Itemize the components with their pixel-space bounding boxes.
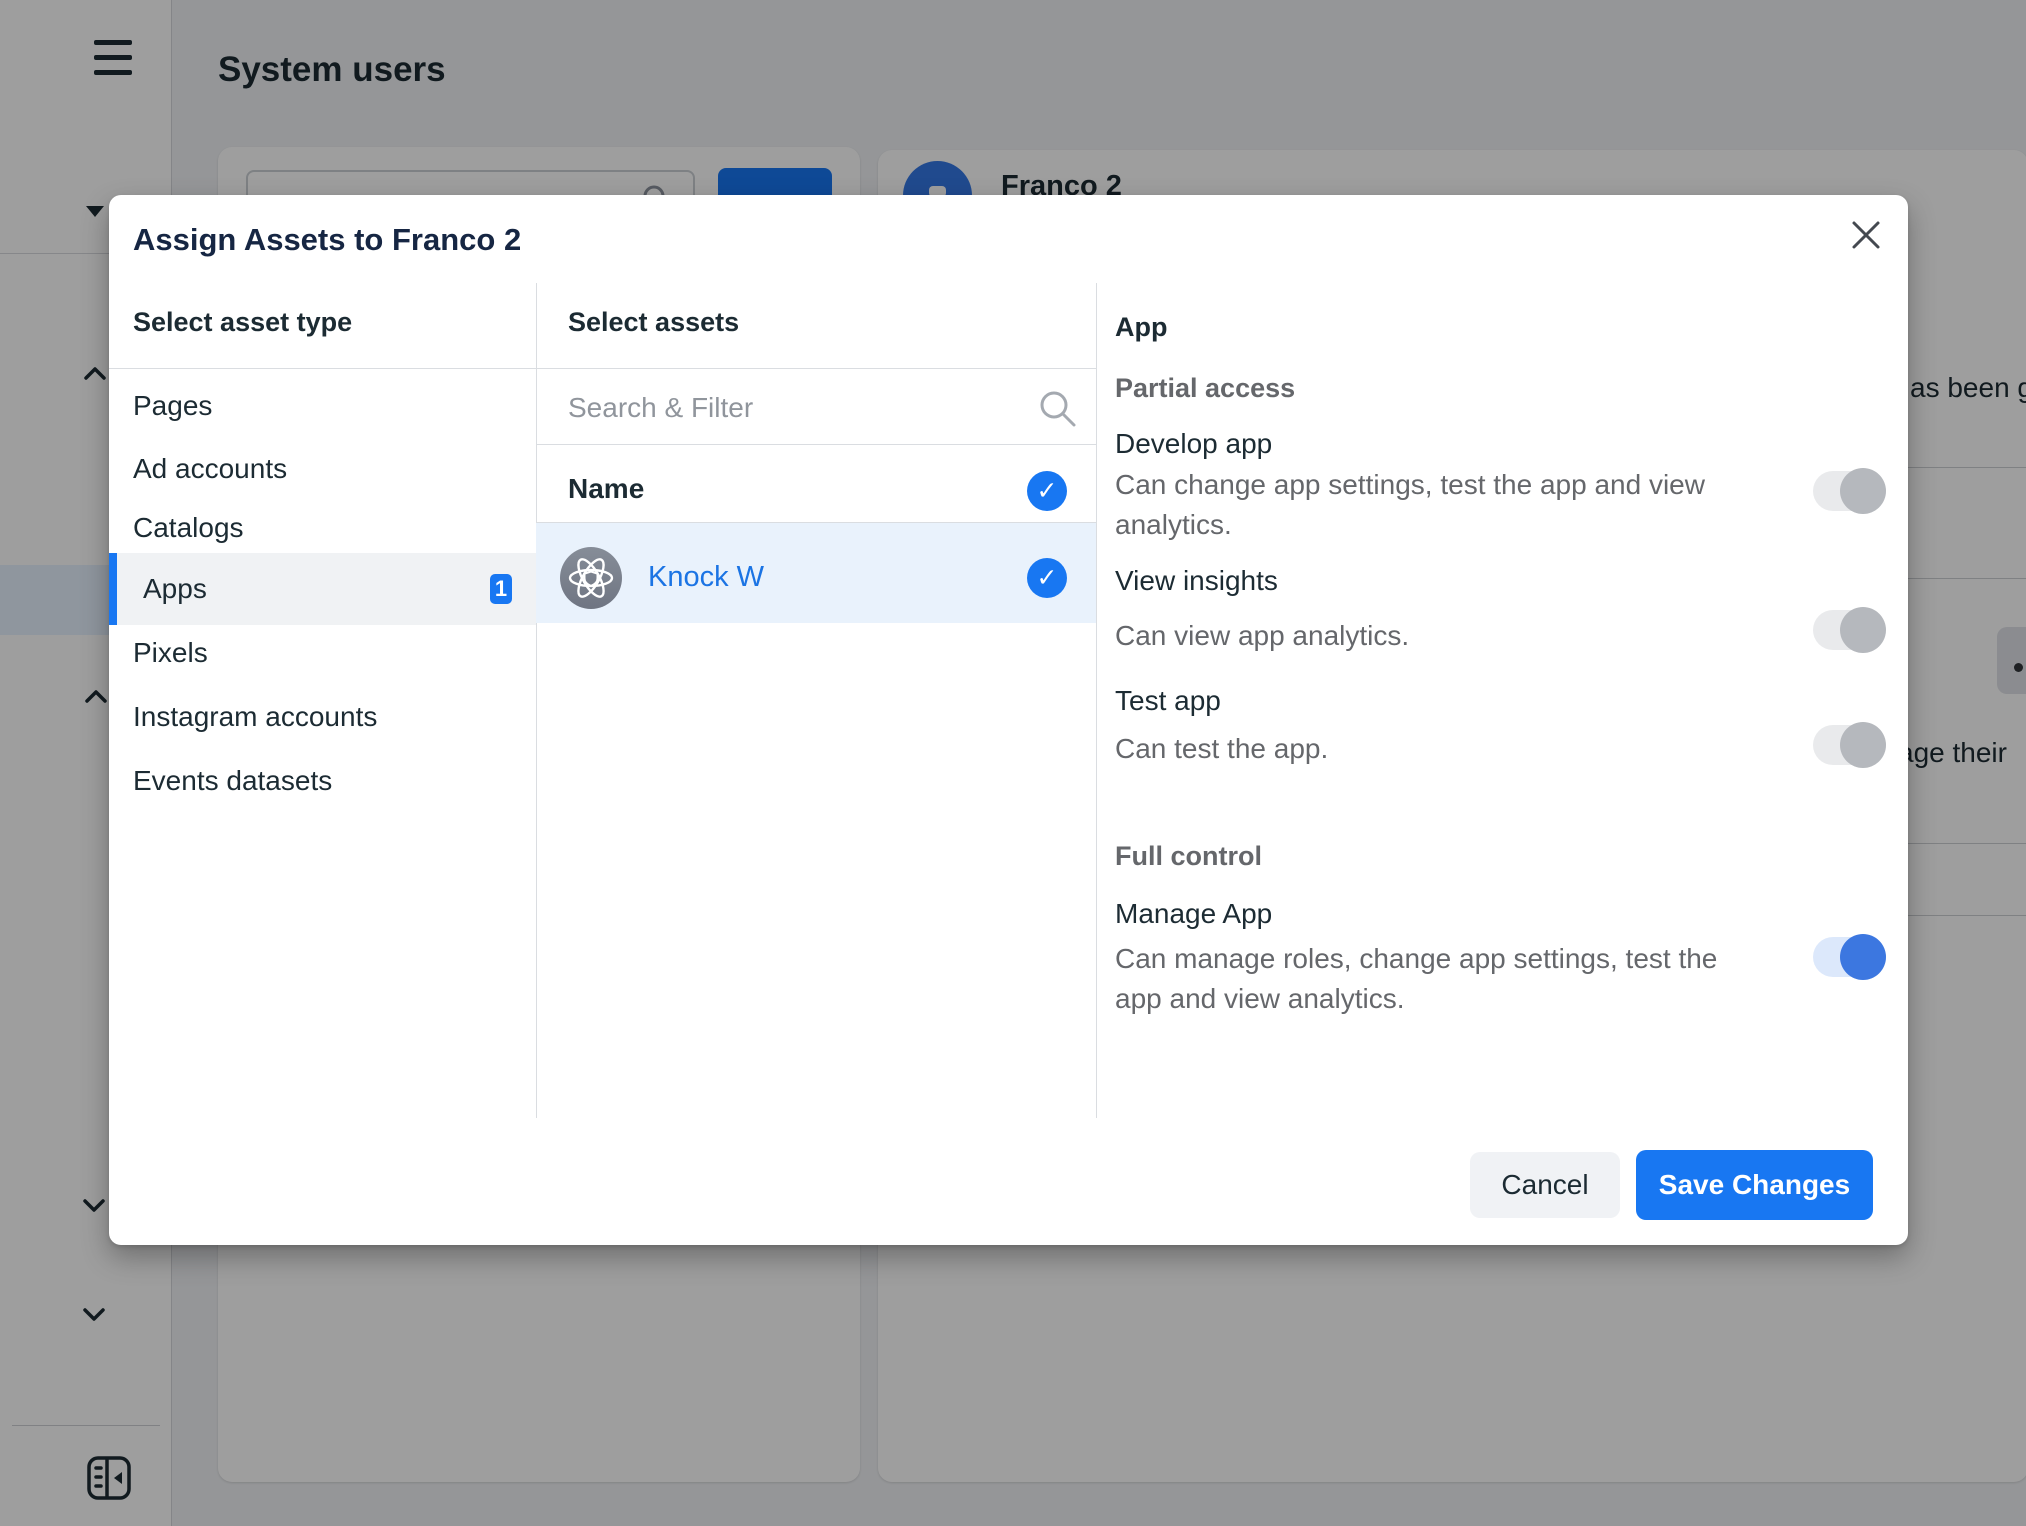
asset-checkbox-checked[interactable] xyxy=(1027,558,1067,598)
close-icon[interactable] xyxy=(1848,217,1884,253)
asset-type-item-instagram-accounts[interactable]: Instagram accounts xyxy=(109,685,536,749)
section-partial-access: Partial access xyxy=(1115,373,1295,404)
asset-type-item-catalogs[interactable]: Catalogs xyxy=(109,496,536,560)
perm-manage-app-label: Manage App xyxy=(1115,898,1272,930)
toggle-knob xyxy=(1840,722,1886,768)
toggle-develop-app[interactable] xyxy=(1813,471,1885,511)
asset-type-item-apps[interactable]: Apps 1 xyxy=(109,553,536,625)
selected-indicator-bar xyxy=(109,553,117,625)
dialog-title: Assign Assets to Franco 2 xyxy=(133,222,521,258)
select-all-checkbox[interactable] xyxy=(1027,471,1067,511)
asset-type-item-pages[interactable]: Pages xyxy=(109,374,536,438)
save-changes-button[interactable]: Save Changes xyxy=(1636,1150,1873,1220)
search-icon xyxy=(1038,389,1078,429)
perm-develop-app-description: Can change app settings, test the app an… xyxy=(1115,465,1770,545)
assign-assets-dialog: Assign Assets to Franco 2 Select asset t… xyxy=(109,195,1908,1245)
screen: System users Franco 2 as been gr age the… xyxy=(0,0,2026,1526)
count-badge: 1 xyxy=(490,574,512,604)
toggle-knob xyxy=(1840,468,1886,514)
toggle-knob xyxy=(1840,607,1886,653)
perm-view-insights-description: Can view app analytics. xyxy=(1115,616,1770,656)
column-divider xyxy=(536,283,537,1118)
permissions-header: App xyxy=(1115,312,1167,343)
name-column-header: Name xyxy=(568,473,644,505)
toggle-view-insights[interactable] xyxy=(1813,610,1885,650)
perm-test-app-description: Can test the app. xyxy=(1115,729,1770,769)
asset-type-item-pixels[interactable]: Pixels xyxy=(109,621,536,685)
asset-type-header: Select asset type xyxy=(133,307,352,338)
column-divider xyxy=(1096,283,1097,1118)
search-divider xyxy=(536,444,1096,445)
perm-view-insights-label: View insights xyxy=(1115,565,1278,597)
perm-manage-app-description: Can manage roles, change app settings, t… xyxy=(1115,939,1770,1019)
toggle-manage-app[interactable] xyxy=(1813,937,1885,977)
atom-app-icon xyxy=(560,547,622,609)
section-full-control: Full control xyxy=(1115,841,1262,872)
header-divider xyxy=(109,368,1096,369)
toggle-knob xyxy=(1840,934,1886,980)
assets-header: Select assets xyxy=(568,307,739,338)
asset-type-item-ad-accounts[interactable]: Ad accounts xyxy=(109,437,536,501)
perm-test-app-label: Test app xyxy=(1115,685,1221,717)
asset-name: Knock W xyxy=(648,561,764,594)
asset-search-input[interactable]: Search & Filter xyxy=(568,392,753,424)
cancel-button[interactable]: Cancel xyxy=(1470,1152,1620,1218)
toggle-test-app[interactable] xyxy=(1813,725,1885,765)
perm-develop-app-label: Develop app xyxy=(1115,428,1272,460)
asset-type-label: Apps xyxy=(143,573,207,604)
asset-type-item-events-datasets[interactable]: Events datasets xyxy=(109,749,536,813)
